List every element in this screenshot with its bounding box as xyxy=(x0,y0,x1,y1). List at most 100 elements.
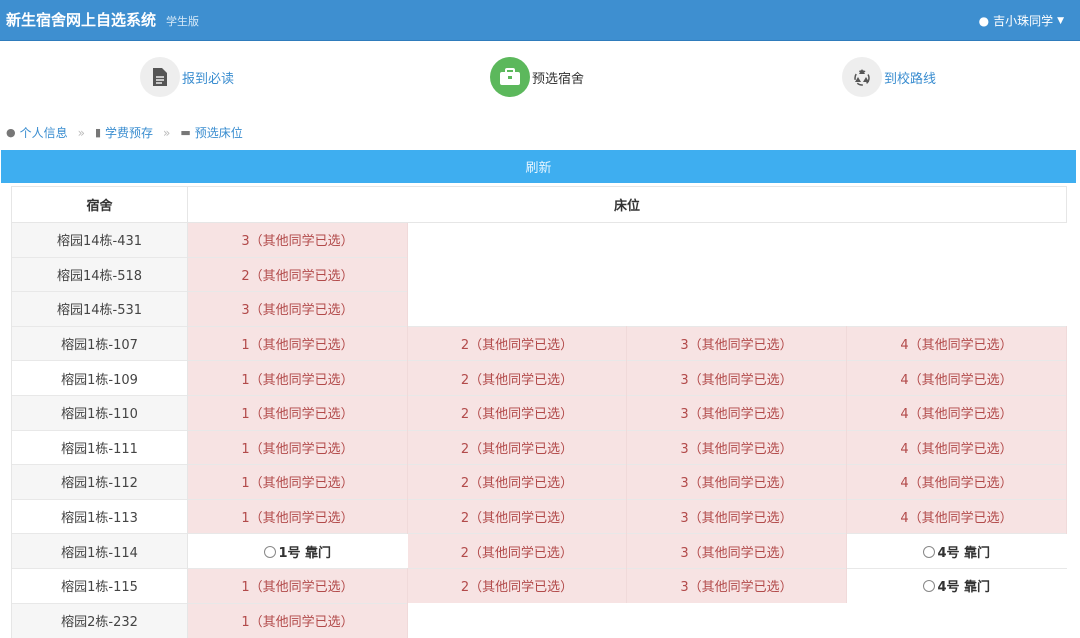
bed-taken-cell: 2（其他同学已选） xyxy=(407,464,627,500)
chevron-down-icon: ▼ xyxy=(1057,15,1064,26)
empty-cell xyxy=(626,257,847,292)
bed-taken-cell: 3（其他同学已选） xyxy=(626,394,847,431)
bed-taken-cell: 3（其他同学已选） xyxy=(626,429,847,465)
bed-taken-cell: 4（其他同学已选） xyxy=(846,325,1068,361)
bed-taken-cell: 4（其他同学已选） xyxy=(846,498,1068,534)
bed-taken-cell: 3（其他同学已选） xyxy=(626,567,847,604)
app-title: 新生宿舍网上自选系统 xyxy=(6,11,157,29)
user-icon: ● xyxy=(6,126,16,139)
table-row: 榕园1栋-107 1（其他同学已选） 2（其他同学已选） 3（其他同学已选） 4（其他同… xyxy=(11,325,1068,361)
empty-cell xyxy=(407,257,627,292)
bed-option-free[interactable]: 4号 靠门 xyxy=(846,567,1067,604)
bed-taken-cell: 1（其他同学已选） xyxy=(187,464,408,500)
bed-option-free[interactable]: 4号 靠门 xyxy=(846,533,1067,569)
dorm-cell: 榕园14栋-518 xyxy=(11,256,188,292)
empty-cell xyxy=(846,603,1067,638)
table-row: 榕园1栋-114 1号 靠门 2（其他同学已选） 3（其他同学已选） 4号 靠门 xyxy=(11,533,1067,569)
breadcrumb-separator: » xyxy=(77,125,85,140)
radio-button[interactable] xyxy=(264,545,277,558)
step-label: 报到必读 xyxy=(182,71,235,87)
user-icon: ● xyxy=(978,13,990,28)
dorm-cell: 榕园1栋-111 xyxy=(11,429,188,465)
dorm-cell: 榕园1栋-110 xyxy=(11,394,188,431)
breadcrumb-separator: » xyxy=(163,125,171,140)
dorm-cell: 榕园1栋-109 xyxy=(11,360,188,396)
empty-cell xyxy=(626,291,847,327)
step-route-to-school[interactable]: 到校路线 xyxy=(842,56,936,98)
bed-taken-cell: 4（其他同学已选） xyxy=(846,394,1068,431)
bed-taken-cell: 2（其他同学已选） xyxy=(407,394,627,431)
briefcase-icon xyxy=(490,57,530,97)
bed-taken-cell: 2（其他同学已选） xyxy=(407,429,627,465)
step-registration-guide[interactable]: 报到必读 xyxy=(140,56,234,98)
bed-taken-cell: 2（其他同学已选） xyxy=(407,567,627,604)
refresh-button[interactable]: 刷新 xyxy=(1,150,1076,183)
dorm-cell: 榕园1栋-115 xyxy=(11,567,188,604)
table-row: 榕园1栋-110 1（其他同学已选） 2（其他同学已选） 3（其他同学已选） 4（其他同… xyxy=(11,394,1068,431)
column-header-bed: 床位 xyxy=(186,186,1068,223)
document-icon xyxy=(140,57,180,97)
bed-taken-cell: 3（其他同学已选） xyxy=(626,498,847,534)
empty-cell xyxy=(626,603,847,638)
column-header-dorm: 宿舍 xyxy=(11,186,188,223)
bed-taken-cell: 2（其他同学已选） xyxy=(407,533,627,569)
bed-taken-cell: 2（其他同学已选） xyxy=(407,325,627,361)
empty-cell xyxy=(407,222,627,258)
bed-taken-cell: 2（其他同学已选） xyxy=(407,360,627,396)
dorm-cell: 榕园1栋-113 xyxy=(11,498,188,534)
bed-taken-cell: 1（其他同学已选） xyxy=(187,360,408,396)
step-dorm-preselect[interactable]: 预选宿舍 xyxy=(490,56,584,98)
bed-label: 1号 靠门 xyxy=(278,545,332,561)
empty-cell xyxy=(846,222,1067,258)
bed-taken-cell: 2（其他同学已选） xyxy=(187,256,408,292)
empty-cell xyxy=(846,291,1067,327)
empty-cell xyxy=(846,257,1067,292)
dorm-cell: 榕园1栋-114 xyxy=(11,533,188,569)
table-row: 榕园14栋-431 3（其他同学已选） xyxy=(11,222,1067,258)
bed-taken-cell: 1（其他同学已选） xyxy=(187,498,408,534)
breadcrumb-item-tuition[interactable]: 学费预存 xyxy=(105,124,153,141)
bed-taken-cell: 3（其他同学已选） xyxy=(626,533,847,569)
table-row: 榕园14栋-518 2（其他同学已选） xyxy=(11,256,1067,292)
table-row: 榕园1栋-111 1（其他同学已选） 2（其他同学已选） 3（其他同学已选） 4（其他同… xyxy=(11,429,1068,465)
step-label: 预选宿舍 xyxy=(532,71,585,87)
bed-taken-cell: 3（其他同学已选） xyxy=(626,360,847,396)
bed-taken-cell: 1（其他同学已选） xyxy=(187,429,408,465)
dorm-bed-table: 宿舍 床位 榕园14栋-431 3（其他同学已选） 榕园14栋-518 2（其他同学已… xyxy=(11,186,1068,638)
breadcrumb-item-profile[interactable]: 个人信息 xyxy=(20,124,68,141)
dorm-cell: 榕园14栋-531 xyxy=(11,291,188,327)
table-row: 榕园14栋-531 3（其他同学已选） xyxy=(11,291,1067,327)
bed-taken-cell: 3（其他同学已选） xyxy=(187,291,408,327)
user-menu[interactable]: ● 吉小珠同学 ▼ xyxy=(979,12,1064,29)
radio-button[interactable] xyxy=(923,545,936,558)
radio-button[interactable] xyxy=(923,580,936,593)
top-navbar: 新生宿舍网上自选系统 学生版 ● 吉小珠同学 ▼ xyxy=(0,0,1080,41)
bed-taken-cell: 3（其他同学已选） xyxy=(626,464,847,500)
bed-taken-cell: 1（其他同学已选） xyxy=(187,325,408,361)
dorm-cell: 榕园1栋-112 xyxy=(11,464,188,500)
empty-cell xyxy=(626,222,847,258)
bed-taken-cell: 1（其他同学已选） xyxy=(187,602,408,638)
dorm-cell: 榕园2栋-232 xyxy=(11,602,188,638)
bed-taken-cell: 3（其他同学已选） xyxy=(626,325,847,361)
step-label: 到校路线 xyxy=(884,71,937,87)
table-row: 榕园1栋-115 1（其他同学已选） 2（其他同学已选） 3（其他同学已选） 4号 靠门 xyxy=(11,567,1067,604)
bed-taken-cell: 4（其他同学已选） xyxy=(846,360,1068,396)
bed-taken-cell: 1（其他同学已选） xyxy=(187,567,408,604)
breadcrumb: ● 个人信息 » ▮ 学费预存 » ▬ 预选床位 xyxy=(6,124,243,141)
dorm-cell: 榕园14栋-431 xyxy=(11,222,188,258)
bed-label: 4号 靠门 xyxy=(937,545,991,561)
user-name: 吉小珠同学 xyxy=(993,14,1054,28)
bed-icon: ▬ xyxy=(180,126,191,139)
app-subtitle: 学生版 xyxy=(166,15,199,28)
breadcrumb-item-bed[interactable]: 预选床位 xyxy=(195,124,243,141)
empty-cell xyxy=(407,291,627,327)
bed-option-free[interactable]: 1号 靠门 xyxy=(187,533,408,569)
table-row: 榕园2栋-232 1（其他同学已选） xyxy=(11,602,1067,638)
bed-taken-cell: 2（其他同学已选） xyxy=(407,498,627,534)
bed-label: 4号 靠门 xyxy=(937,580,991,596)
bed-taken-cell: 3（其他同学已选） xyxy=(187,222,408,258)
table-row: 榕园1栋-112 1（其他同学已选） 2（其他同学已选） 3（其他同学已选） 4（其他同… xyxy=(11,464,1068,500)
bed-taken-cell: 1（其他同学已选） xyxy=(187,394,408,431)
recycle-icon xyxy=(842,57,882,97)
